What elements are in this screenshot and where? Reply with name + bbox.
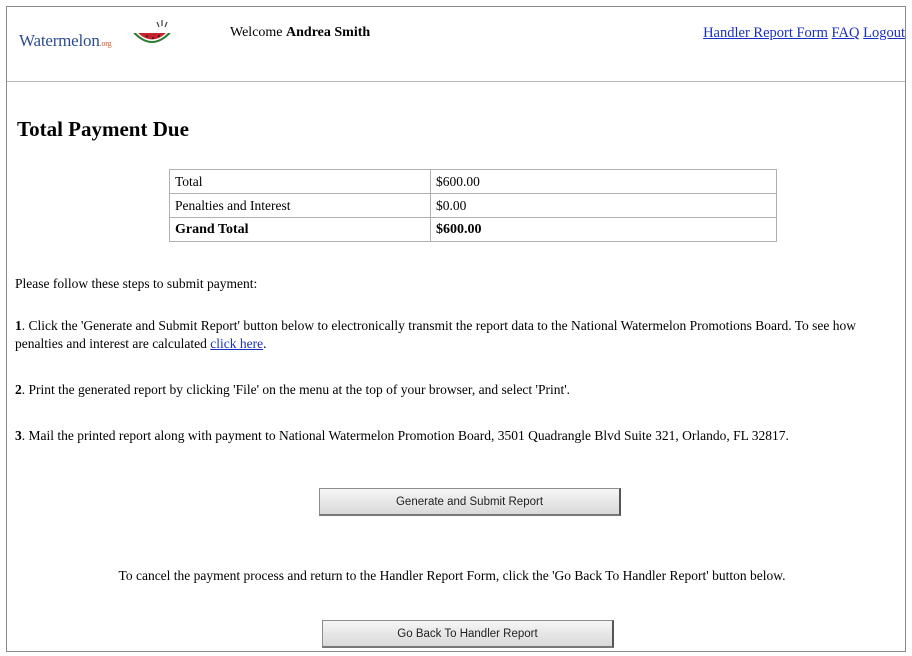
- step-2: 2. Print the generated report by clickin…: [15, 382, 571, 397]
- logout-link[interactable]: Logout: [863, 25, 905, 41]
- browser-page: Watermelon.org Welcome Andrea Smith Hand…: [6, 6, 906, 652]
- step-3: 3. Mail the printed report along with pa…: [15, 428, 789, 443]
- site-logo[interactable]: Watermelon.org: [19, 20, 199, 57]
- site-header: Watermelon.org Welcome Andrea Smith Hand…: [7, 7, 905, 82]
- welcome-message: Welcome Andrea Smith: [230, 25, 371, 40]
- table-row: Grand Total $600.00: [169, 217, 777, 242]
- handler-report-form-link[interactable]: Handler Report Form: [703, 25, 828, 41]
- go-back-handler-report-button[interactable]: Go Back To Handler Report: [322, 620, 614, 648]
- row-label: Penalties and Interest: [169, 193, 431, 218]
- table-row: Total $600.00: [169, 169, 777, 194]
- row-value: $600.00: [430, 217, 777, 242]
- page-title: Total Payment Due: [17, 117, 189, 141]
- step-1: 1. Click the 'Generate and Submit Report…: [15, 318, 857, 351]
- user-name: Andrea Smith: [286, 25, 371, 40]
- cancel-instructions: To cancel the payment process and return…: [118, 568, 786, 583]
- table-row: Penalties and Interest $0.00: [169, 193, 777, 218]
- click-here-link[interactable]: click here: [210, 336, 263, 351]
- row-value: $0.00: [430, 193, 777, 218]
- watermelon-slice-icon: [133, 20, 171, 43]
- logo-text: Watermelon.org: [19, 31, 112, 50]
- instructions-intro: Please follow these steps to submit paym…: [15, 276, 258, 291]
- row-value: $600.00: [430, 169, 777, 194]
- generate-submit-report-button[interactable]: Generate and Submit Report: [319, 488, 621, 516]
- faq-link[interactable]: FAQ: [832, 25, 860, 41]
- row-label: Grand Total: [169, 217, 431, 242]
- row-label: Total: [169, 169, 431, 194]
- payment-summary-table: Total $600.00 Penalties and Interest $0.…: [169, 169, 777, 242]
- top-nav: Handler Report Form FAQ Logout: [703, 25, 905, 42]
